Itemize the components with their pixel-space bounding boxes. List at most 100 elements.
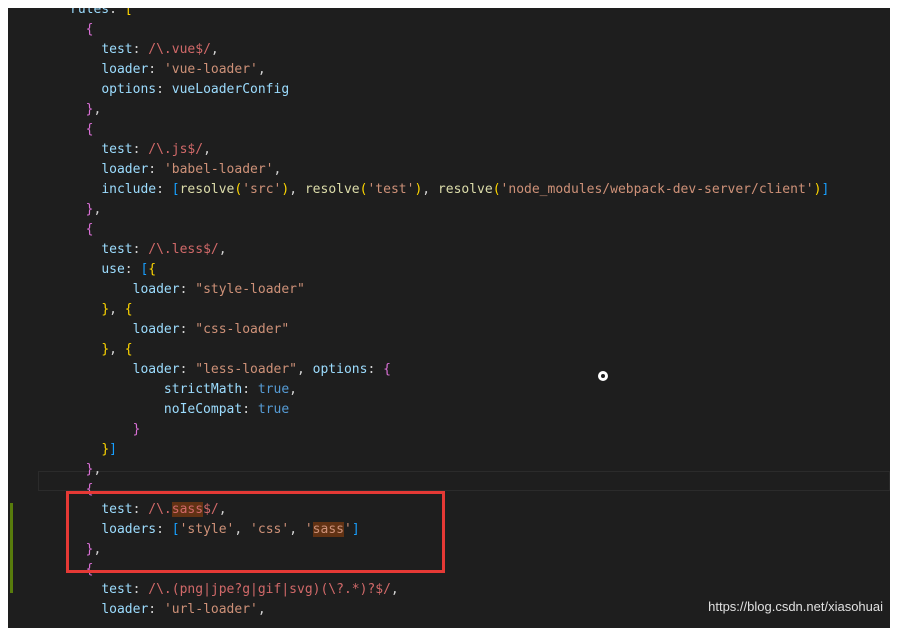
code-token: loader <box>132 322 180 337</box>
code-token: , <box>289 382 297 397</box>
code-token: , <box>93 202 102 217</box>
code-token: /\.vue$/ <box>148 42 211 57</box>
code-token: , <box>210 42 219 57</box>
code-token: /\.js$/ <box>148 142 204 157</box>
code-token: : <box>132 582 149 597</box>
code-token: loader <box>101 162 149 177</box>
code-token: 'node_modules/webpack-dev-server/client' <box>500 182 814 197</box>
code-token: : <box>156 182 172 197</box>
code-line: { <box>38 220 829 240</box>
code-line: use: [{ <box>38 260 829 280</box>
code-token: , <box>289 182 305 197</box>
code-token: : <box>148 162 164 177</box>
code-token: loader <box>132 282 180 297</box>
code-token: 'src' <box>242 182 282 197</box>
code-token: resolve <box>304 182 360 197</box>
code-token: include <box>101 182 157 197</box>
code-line: }, { <box>38 300 829 320</box>
code-line: test: /\.less$/, <box>38 240 829 260</box>
code-line: test: /\.(png|jpe?g|gif|svg)(\?.*)?$/, <box>38 580 829 600</box>
code-token: options <box>312 362 368 377</box>
code-token: : <box>367 362 384 377</box>
code-line: }, <box>38 460 829 480</box>
code-token: : <box>124 262 141 277</box>
code-token: [ <box>124 8 133 17</box>
code-line: rules: [ <box>38 8 829 20</box>
code-token: : <box>242 402 258 417</box>
code-token: resolve <box>179 182 235 197</box>
annotation-highlight-box <box>66 491 445 573</box>
code-token: 'test' <box>367 182 415 197</box>
code-token: , <box>109 302 125 317</box>
code-token: { <box>85 222 94 237</box>
code-token: 'babel-loader' <box>163 162 274 177</box>
code-token: "style-loader" <box>195 282 305 297</box>
code-token: , <box>218 242 227 257</box>
code-token: test <box>101 582 133 597</box>
code-token: , <box>297 362 313 377</box>
code-token: : <box>179 282 196 297</box>
code-token: "css-loader" <box>195 322 290 337</box>
code-token: 'vue-loader' <box>163 62 258 77</box>
code-token: , <box>390 582 399 597</box>
code-token: ] <box>821 182 830 197</box>
code-line: options: vueLoaderConfig <box>38 80 829 100</box>
code-token: , <box>422 182 438 197</box>
code-line: }, { <box>38 340 829 360</box>
code-line: }] <box>38 440 829 460</box>
code-line: }, <box>38 200 829 220</box>
code-token: : <box>179 362 196 377</box>
mouse-cursor-icon <box>598 371 608 381</box>
code-token: , <box>257 602 266 617</box>
code-token: : <box>148 602 164 617</box>
code-token: test <box>101 242 133 257</box>
code-token: , <box>257 62 266 77</box>
code-token: , <box>93 102 102 117</box>
code-token: } <box>101 302 110 317</box>
code-token: resolve <box>437 182 493 197</box>
code-token: use <box>101 262 125 277</box>
editor-gutter <box>8 8 18 628</box>
code-token: noIeCompat <box>163 402 243 417</box>
code-token: test <box>101 42 133 57</box>
code-token: } <box>101 442 110 457</box>
code-token: ] <box>109 442 117 457</box>
code-token: , <box>203 142 211 157</box>
code-token: strictMath <box>163 382 243 397</box>
code-token: vueLoaderConfig <box>171 82 290 97</box>
code-token: /\.less$/ <box>148 242 219 257</box>
code-token: loader <box>101 602 149 617</box>
code-token: , <box>273 162 282 177</box>
code-token: "less-loader" <box>195 362 297 377</box>
code-token: loader <box>132 362 180 377</box>
code-token: { <box>124 302 133 317</box>
code-token: true <box>257 402 290 417</box>
code-line: loader: "css-loader" <box>38 320 829 340</box>
git-change-marker <box>10 503 13 593</box>
code-token: : <box>132 42 149 57</box>
code-token: [ <box>171 182 180 197</box>
code-token: , <box>109 342 125 357</box>
code-line: }, <box>38 100 829 120</box>
code-line: test: /\.vue$/, <box>38 40 829 60</box>
code-token: { <box>124 342 133 357</box>
